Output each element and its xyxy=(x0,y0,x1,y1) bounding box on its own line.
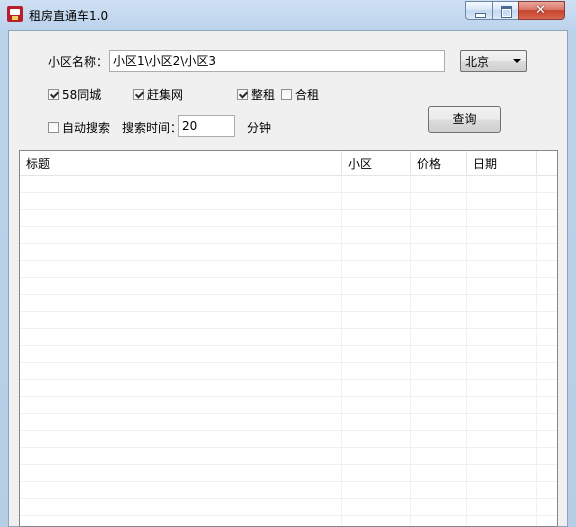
community-name-input[interactable]: 小区1\小区2\小区3 xyxy=(109,50,445,72)
application-window: 租房直通车1.0 ✕ 小区名称： 小区1\小区2\小区3 北京 58同城 赶集网… xyxy=(0,0,576,527)
grid-line xyxy=(20,498,557,499)
search-interval-label: 搜索时间： xyxy=(122,121,183,135)
source-58-checkbox[interactable]: 58同城 xyxy=(48,86,101,103)
grid-line xyxy=(20,345,557,346)
column-header-community[interactable]: 小区 xyxy=(342,151,411,175)
grid-line xyxy=(20,277,557,278)
grid-line xyxy=(20,226,557,227)
shared-rent-checkbox[interactable]: 合租 xyxy=(281,86,319,103)
grid-line xyxy=(20,396,557,397)
community-name-label: 小区名称： xyxy=(48,55,109,69)
checkbox-box[interactable] xyxy=(281,89,292,100)
table-header: 标题 小区 价格 日期 xyxy=(20,151,557,176)
app-icon[interactable] xyxy=(7,6,23,22)
minimize-button[interactable] xyxy=(465,1,493,20)
grid-line xyxy=(20,192,557,193)
whole-rent-checkbox[interactable]: 整租 xyxy=(237,86,275,103)
grid-line xyxy=(20,260,557,261)
city-select-value: 北京 xyxy=(465,55,490,69)
title-bar[interactable]: 租房直通车1.0 ✕ xyxy=(0,0,576,30)
source-ganji-label: 赶集网 xyxy=(147,88,184,102)
chevron-down-icon xyxy=(513,59,521,63)
shared-rent-label: 合租 xyxy=(295,88,320,102)
checkbox-box[interactable] xyxy=(237,89,248,100)
results-table[interactable]: 标题 小区 价格 日期 xyxy=(19,150,558,527)
grid-line xyxy=(20,430,557,431)
maximize-button[interactable] xyxy=(492,1,519,20)
column-header-date[interactable]: 日期 xyxy=(467,151,537,175)
grid-line xyxy=(20,294,557,295)
grid-line xyxy=(536,175,537,526)
grid-line xyxy=(20,243,557,244)
grid-line xyxy=(20,413,557,414)
city-select[interactable]: 北京 xyxy=(460,50,527,72)
grid-line xyxy=(20,481,557,482)
source-58-label: 58同城 xyxy=(62,88,102,102)
grid-line xyxy=(20,447,557,448)
query-button[interactable]: 查询 xyxy=(428,106,501,133)
close-button[interactable]: ✕ xyxy=(518,1,565,20)
whole-rent-label: 整租 xyxy=(251,88,276,102)
checkbox-box[interactable] xyxy=(48,89,59,100)
auto-search-checkbox[interactable]: 自动搜索 xyxy=(48,119,110,136)
grid-line xyxy=(20,515,557,516)
grid-line xyxy=(410,175,411,526)
grid-line xyxy=(341,175,342,526)
minimize-icon xyxy=(475,13,486,18)
search-interval-input[interactable]: 20 xyxy=(178,115,235,137)
column-header-price[interactable]: 价格 xyxy=(411,151,467,175)
grid-line xyxy=(20,311,557,312)
grid-line xyxy=(20,464,557,465)
source-ganji-checkbox[interactable]: 赶集网 xyxy=(133,86,183,103)
grid-line xyxy=(20,362,557,363)
grid-line xyxy=(20,328,557,329)
checkbox-box[interactable] xyxy=(133,89,144,100)
maximize-icon xyxy=(501,6,512,18)
column-header-title[interactable]: 标题 xyxy=(20,151,342,175)
auto-search-label: 自动搜索 xyxy=(62,121,111,135)
grid-line xyxy=(466,175,467,526)
grid-line xyxy=(20,379,557,380)
window-title: 租房直通车1.0 xyxy=(29,9,109,23)
grid-line xyxy=(20,209,557,210)
checkbox-box[interactable] xyxy=(48,122,59,133)
close-icon: ✕ xyxy=(535,3,546,18)
minutes-unit-label: 分钟 xyxy=(247,121,272,135)
